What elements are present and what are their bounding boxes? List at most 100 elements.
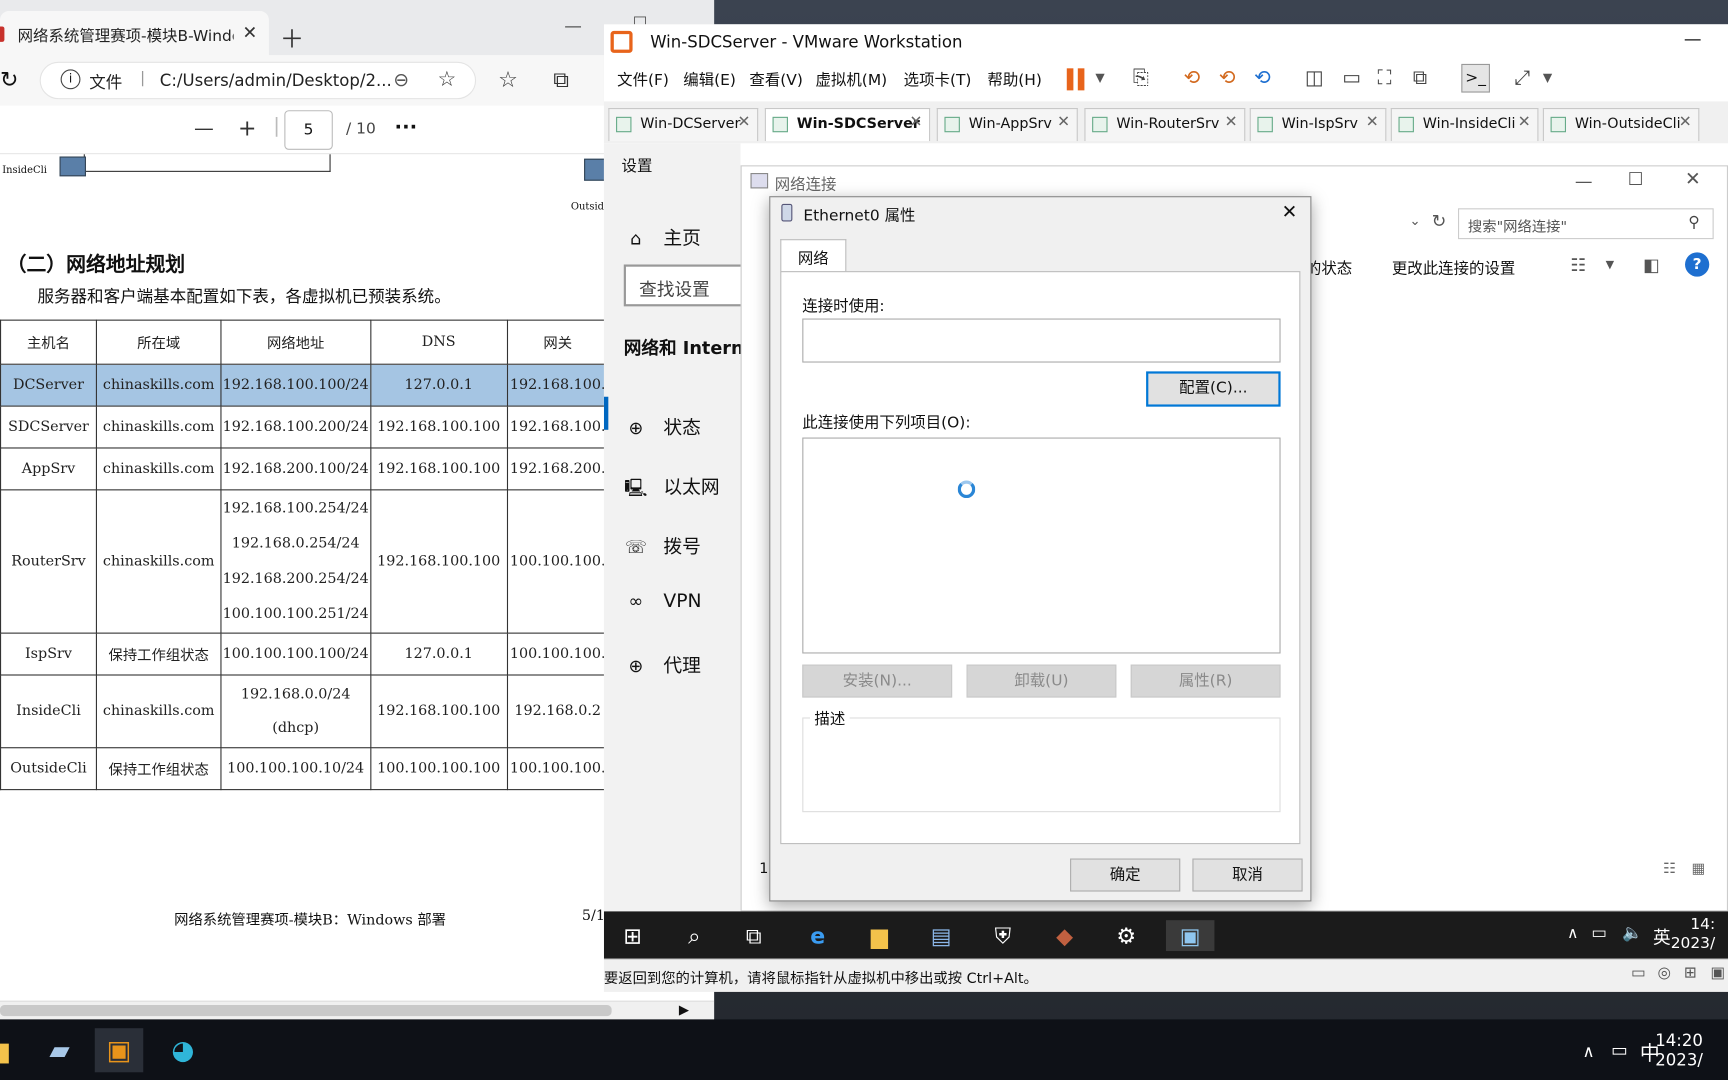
network-status-icon[interactable]: ▭ [1591,922,1607,942]
send-ctrl-alt-del-icon[interactable]: ⎘ [1133,66,1149,89]
nav-vpn[interactable]: ∞ VPN [624,591,702,613]
new-tab-icon[interactable]: ＋ [280,20,304,55]
task-view-icon[interactable]: ⧉ [734,920,774,951]
components-list[interactable] [802,437,1281,654]
server-manager-icon[interactable]: ▤ [921,920,961,951]
snapshot-manager-icon[interactable]: ⟲ [1254,66,1271,89]
nav-home[interactable]: ⌂ 主页 [624,223,701,250]
tab-win-outsidecli[interactable]: Win-OutsideCli ✕ [1542,108,1700,142]
device-hdd-icon[interactable]: ▭ [1631,964,1646,982]
settings-search-input[interactable]: 查找设置 [623,264,757,307]
horizontal-scrollbar[interactable]: ▶ [0,1000,715,1020]
adapter-field[interactable] [802,318,1281,363]
input-language[interactable]: 英 [1653,922,1671,948]
tab-network[interactable]: 网络 [780,239,847,273]
network-search-input[interactable]: 搜索"网络连接" ⚲ [1458,208,1714,240]
device-display-icon[interactable]: ▣ [1710,964,1725,982]
menu-view[interactable]: 查看(V) [749,68,802,90]
minimize-icon[interactable]: — [1575,171,1593,192]
tab-win-insidecli[interactable]: Win-InsideCli ✕ [1390,108,1539,142]
zoom-out-button[interactable]: — [194,117,214,140]
tab-win-appsrv[interactable]: Win-AppSrv ✕ [936,108,1078,142]
refresh-icon[interactable]: ↻ [1432,210,1447,231]
close-icon[interactable]: ✕ [1685,169,1701,191]
close-icon[interactable]: ✕ [1679,114,1692,132]
stretch-view-icon[interactable]: ⤢ [1514,66,1530,89]
menu-vm[interactable]: 虚拟机(M) [816,68,888,90]
details-view-icon[interactable]: ☷ [1663,861,1676,878]
collections-icon[interactable]: ⧉ [553,66,569,92]
thumbnail-view-icon[interactable]: ▭ [1342,66,1361,89]
nav-proxy[interactable]: ⊕ 代理 [624,650,700,678]
unity-icon[interactable]: ⧉ [1413,66,1427,89]
nav-dialup[interactable]: ☏ 拨号 [624,531,701,559]
page-number-input[interactable]: 5 [284,110,333,150]
scrollbar-thumb[interactable] [0,1005,612,1017]
menu-edit[interactable]: 编辑(E) [683,68,736,90]
nav-status[interactable]: ⊕ 状态 [624,412,700,440]
chevron-up-icon[interactable]: ∧ [1583,1041,1595,1061]
close-icon[interactable]: ✕ [1282,202,1298,224]
address-bar[interactable]: i 文件 | C:/Users/admin/Desktop/2... ⊖ ☆ [39,61,477,100]
menu-file[interactable]: 文件(F) [617,68,669,90]
windows-start-icon[interactable]: ⊞ [613,920,653,951]
uninstall-button[interactable]: 卸载(U) [966,664,1117,698]
close-tab-icon[interactable]: ✕ [242,22,257,43]
view-options-icon[interactable]: ☷ [1570,255,1586,276]
more-options-button[interactable]: ··· [395,116,418,139]
network-connections-taskbar-icon[interactable]: ▣ [1165,920,1215,952]
device-cd-icon[interactable]: ◎ [1657,964,1670,982]
menu-tabs[interactable]: 选项卡(T) [904,68,972,90]
chevron-down-icon[interactable]: ⌄ [1410,213,1421,228]
cancel-button[interactable]: 取消 [1192,858,1303,892]
edge-icon[interactable]: ◕ [159,1028,207,1072]
configure-button[interactable]: 配置(C)... [1146,371,1281,407]
help-icon[interactable]: ? [1685,252,1710,277]
cmd-change-settings[interactable]: 更改此连接的设置 [1392,257,1515,279]
refresh-icon[interactable]: ↻ [0,66,18,92]
close-icon[interactable]: ✕ [1057,114,1070,132]
chevron-up-icon[interactable]: ∧ [1567,925,1578,943]
file-explorer-icon[interactable]: ▆ [860,920,900,951]
close-icon[interactable]: ✕ [1366,114,1379,132]
revert-snapshot-icon[interactable]: ⟲ [1219,66,1236,89]
app-icon[interactable]: ◆ [1045,920,1085,951]
chevron-down-icon[interactable]: ▼ [1606,259,1614,271]
zoom-icon[interactable]: ⊖ [393,69,409,91]
host-clock[interactable]: 14:20 2023/ [1655,1030,1703,1070]
install-button[interactable]: 安装(N)... [802,664,953,698]
close-icon[interactable]: ✕ [909,114,922,132]
tab-win-routersrv[interactable]: Win-RouterSrv ✕ [1084,108,1246,142]
vm-guest-screen[interactable]: 设置 ⌂ 主页 查找设置 网络和 Interne ⊕ 状态 🖳 以太网 ☏ 拨号 ∞ VP… [603,143,1728,959]
properties-button[interactable]: 属性(R) [1130,664,1281,698]
fullscreen-icon[interactable]: ⛶ [1378,66,1392,89]
cmd-view-status[interactable]: 的状态 [1306,257,1352,279]
sidebar-view-icon[interactable]: ◫ [1305,66,1324,89]
tab-win-ispsrv[interactable]: Win-IspSrv ✕ [1249,108,1387,142]
favorites-icon[interactable]: ☆ [498,66,518,92]
add-favorite-icon[interactable]: ☆ [438,67,457,91]
guest-clock[interactable]: 14: 2023/ [1671,916,1715,953]
maximize-icon[interactable]: ☐ [1628,169,1644,190]
close-icon[interactable]: ✕ [1225,114,1238,132]
device-network-icon[interactable]: ⊞ [1684,964,1697,982]
network-status-icon[interactable]: ▭ [1611,1039,1628,1060]
notepad-icon[interactable]: ▰ [35,1028,83,1072]
info-icon[interactable]: i [60,69,81,90]
close-icon[interactable]: ✕ [1518,114,1531,132]
vmware-taskbar-icon[interactable]: ▣ [94,1028,144,1073]
ok-button[interactable]: 确定 [1070,858,1181,892]
pause-icon[interactable] [1066,68,1074,91]
volume-muted-icon[interactable]: 🔈 [1622,922,1643,942]
chevron-down-icon[interactable]: ▼ [1543,71,1552,85]
search-icon[interactable]: ⌕ [674,920,714,951]
chevron-down-icon[interactable]: ▼ [1095,71,1104,85]
console-view-icon[interactable]: >_ [1461,63,1490,93]
snapshot-icon[interactable]: ⟲ [1184,66,1201,89]
file-explorer-icon[interactable] [0,1043,9,1064]
minimize-icon[interactable]: — [564,15,582,36]
tab-win-dcserver[interactable]: Win-DCServer ✕ [608,108,759,142]
internet-explorer-icon[interactable]: e [798,920,838,951]
menu-help[interactable]: 帮助(H) [987,68,1041,90]
zoom-in-button[interactable]: + [238,115,256,141]
